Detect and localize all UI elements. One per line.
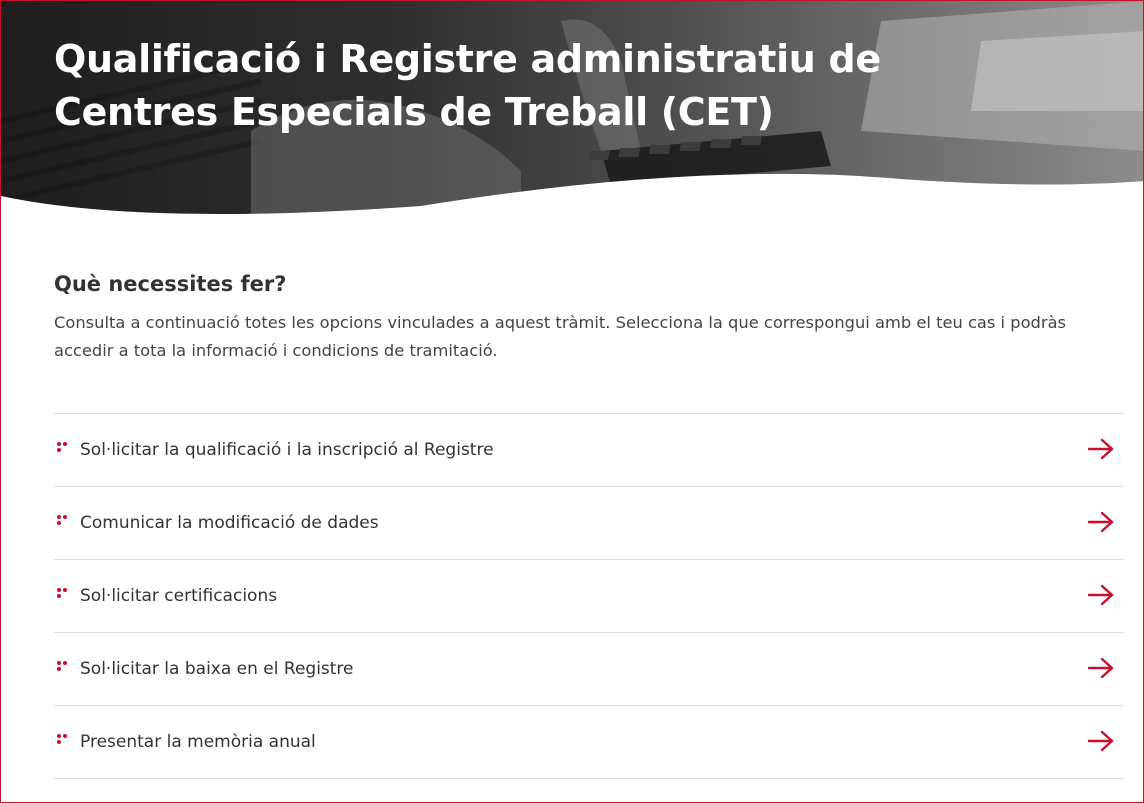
arrow-right-icon[interactable] [1088, 511, 1114, 533]
option-item-baixa[interactable]: Sol·licitar la baixa en el Registre [54, 633, 1124, 706]
hero-banner: Qualificació i Registre administratiu de… [1, 1, 1143, 226]
options-list: Sol·licitar la qualificació i la inscrip… [54, 413, 1124, 779]
arrow-right-icon[interactable] [1088, 584, 1114, 606]
bullet-dots-icon [57, 734, 67, 744]
option-label[interactable]: Sol·licitar la baixa en el Registre [80, 633, 354, 705]
bullet-dots-icon [57, 588, 67, 598]
bullet-dots-icon [57, 661, 67, 671]
arrow-right-icon[interactable] [1088, 657, 1114, 679]
option-label[interactable]: Presentar la memòria anual [80, 706, 316, 778]
option-item-qualificacio[interactable]: Sol·licitar la qualificació i la inscrip… [54, 414, 1124, 487]
option-label[interactable]: Sol·licitar la qualificació i la inscrip… [80, 414, 494, 486]
intro-section: Què necessites fer? Consulta a continuac… [54, 263, 1124, 365]
option-label[interactable]: Sol·licitar certificacions [80, 560, 277, 632]
bullet-dots-icon [57, 442, 67, 452]
option-item-modificacio[interactable]: Comunicar la modificació de dades [54, 487, 1124, 560]
option-item-memoria[interactable]: Presentar la memòria anual [54, 706, 1124, 779]
option-label[interactable]: Comunicar la modificació de dades [80, 487, 379, 559]
section-heading: Què necessites fer? [54, 272, 287, 296]
bullet-dots-icon [57, 515, 67, 525]
option-item-certificacions[interactable]: Sol·licitar certificacions [54, 560, 1124, 633]
arrow-right-icon[interactable] [1088, 730, 1114, 752]
arrow-right-icon[interactable] [1088, 438, 1114, 460]
section-description: Consulta a continuació totes les opcions… [54, 313, 1067, 360]
page-frame: Qualificació i Registre administratiu de… [0, 0, 1144, 803]
page-title: Qualificació i Registre administratiu de… [54, 37, 881, 134]
